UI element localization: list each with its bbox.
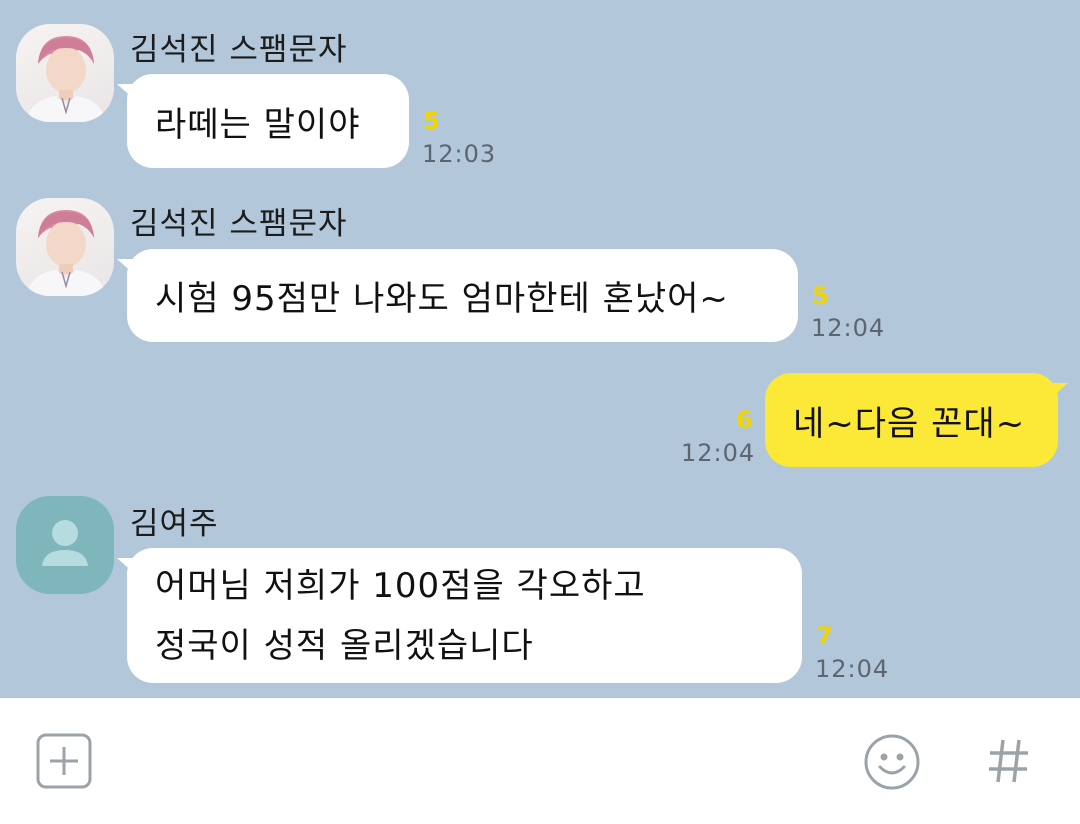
message-time: 12:03 xyxy=(422,140,497,168)
unread-count: 5 xyxy=(423,107,440,135)
message-time: 12:04 xyxy=(681,439,756,467)
hash-icon[interactable] xyxy=(986,736,1032,786)
message-composer xyxy=(0,698,1080,824)
message-bubble[interactable]: 라떼는 말이야 xyxy=(117,74,409,168)
my-message-bubble[interactable]: 네~다음 꼰대~ xyxy=(765,373,1068,467)
sender-avatar[interactable] xyxy=(16,24,114,122)
message-text-line: 정국이 성적 올리겠습니다 xyxy=(155,625,534,666)
sender-name: 김여주 xyxy=(130,506,219,542)
message-text: 네~다음 꼰대~ xyxy=(793,403,1026,444)
chat-area[interactable]: 김석진 스팸문자 라떼는 말이야 5 12:03 김석진 스팸문자 시험 95점… xyxy=(0,0,1080,698)
unread-count: 6 xyxy=(736,406,753,434)
sender-name: 김석진 스팸문자 xyxy=(130,32,348,68)
default-avatar[interactable] xyxy=(16,496,114,594)
message-text: 라떼는 말이야 xyxy=(155,104,361,145)
message-text-line: 어머님 저희가 100점을 각오하고 xyxy=(155,565,646,606)
plus-square-icon[interactable] xyxy=(36,733,92,789)
profile-photo-icon xyxy=(26,210,106,296)
sender-avatar[interactable] xyxy=(16,198,114,296)
profile-photo-icon xyxy=(26,36,106,122)
unread-count: 7 xyxy=(816,622,833,650)
message-time: 12:04 xyxy=(811,314,886,342)
message-bubble[interactable]: 어머님 저희가 100점을 각오하고 정국이 성적 올리겠습니다 xyxy=(117,548,802,683)
person-icon xyxy=(42,520,88,566)
sender-name: 김석진 스팸문자 xyxy=(130,206,348,242)
message-bubble[interactable]: 시험 95점만 나와도 엄마한테 혼났어~ xyxy=(117,249,798,342)
unread-count: 5 xyxy=(812,282,829,310)
smiley-icon[interactable] xyxy=(863,733,921,791)
message-text: 시험 95점만 나와도 엄마한테 혼났어~ xyxy=(155,279,729,319)
message-time: 12:04 xyxy=(815,655,890,683)
